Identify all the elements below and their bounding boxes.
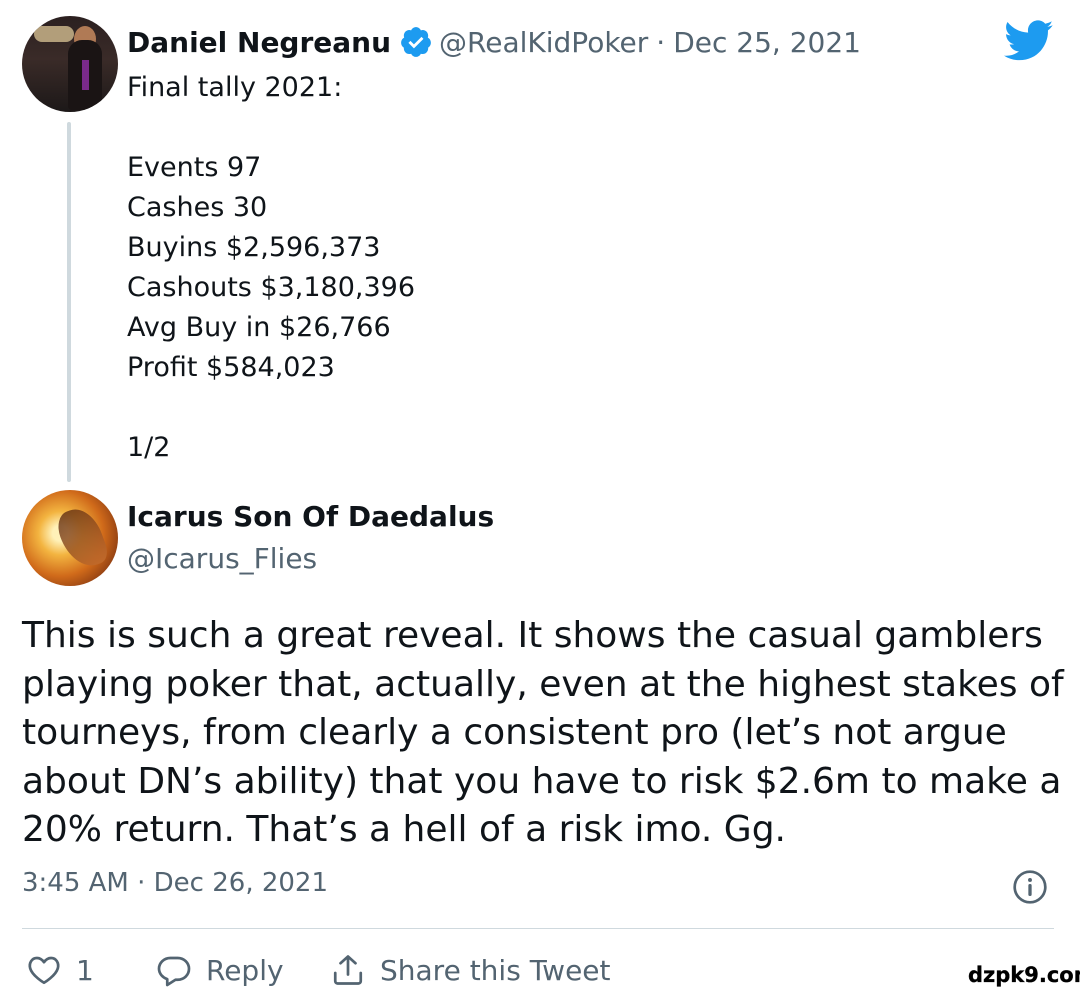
reply-label: Reply: [206, 953, 284, 987]
tweet-line: This is such a great reveal. It shows th…: [22, 615, 1043, 656]
verified-badge-icon: [401, 27, 431, 57]
tweet-line: Final tally 2021:: [127, 72, 343, 103]
share-button[interactable]: Share this Tweet: [330, 950, 611, 990]
parent-tweet-header: Daniel Negreanu @RealKidPoker · Dec 25, …: [127, 22, 861, 62]
tweet-line: Profit $584,023: [127, 352, 335, 383]
tweet-line: Cashes 30: [127, 192, 268, 223]
reply-bubble-icon: [157, 956, 191, 987]
share-label: Share this Tweet: [380, 953, 611, 987]
reply-author-handle[interactable]: @Icarus_Flies: [127, 542, 317, 575]
like-button[interactable]: 1: [26, 950, 94, 990]
reply-button[interactable]: Reply: [156, 950, 284, 990]
twitter-bird-icon[interactable]: [1004, 20, 1054, 62]
reply-timestamp[interactable]: 3:45 AM · Dec 26, 2021: [22, 868, 328, 898]
tweet-line: Buyins $2,596,373: [127, 232, 381, 263]
share-icon: [333, 955, 363, 985]
actions-divider: [22, 928, 1054, 929]
parent-tweet-date[interactable]: Dec 25, 2021: [673, 26, 861, 59]
tweet-line: tourneys, from clearly a consistent pro …: [22, 712, 1007, 753]
reply-author-avatar[interactable]: [22, 490, 118, 586]
reply-author-name[interactable]: Icarus Son Of Daedalus: [127, 500, 494, 533]
tweet-line: Avg Buy in $26,766: [127, 312, 391, 343]
parent-author-handle[interactable]: @RealKidPoker: [439, 26, 648, 59]
parent-author-avatar[interactable]: [22, 16, 118, 112]
parent-tweet-text: Final tally 2021: Events 97 Cashes 30 Bu…: [127, 68, 1027, 468]
site-watermark: dzpk9.com: [968, 963, 1080, 987]
reply-tweet-text: This is such a great reveal. It shows th…: [22, 612, 1064, 855]
heart-icon: [28, 956, 60, 985]
header-separator: ·: [656, 25, 666, 59]
parent-author-name[interactable]: Daniel Negreanu: [127, 26, 391, 59]
tweet-line: 20% return. That’s a hell of a risk imo.…: [22, 809, 786, 850]
thread-connector-line: [67, 122, 71, 482]
tweet-embed: Daniel Negreanu @RealKidPoker · Dec 25, …: [0, 0, 1080, 999]
info-icon[interactable]: [1012, 869, 1048, 905]
tweet-line: about DN’s ability) that you have to ris…: [22, 760, 1062, 802]
tweet-line: Cashouts $3,180,396: [127, 272, 416, 303]
like-count: 1: [76, 953, 94, 987]
thread-counter: 1/2: [127, 432, 171, 463]
tweet-line: playing poker that, actually, even at th…: [22, 663, 1064, 705]
tweet-line: Events 97: [127, 152, 262, 183]
avatar-sign: [34, 26, 74, 42]
